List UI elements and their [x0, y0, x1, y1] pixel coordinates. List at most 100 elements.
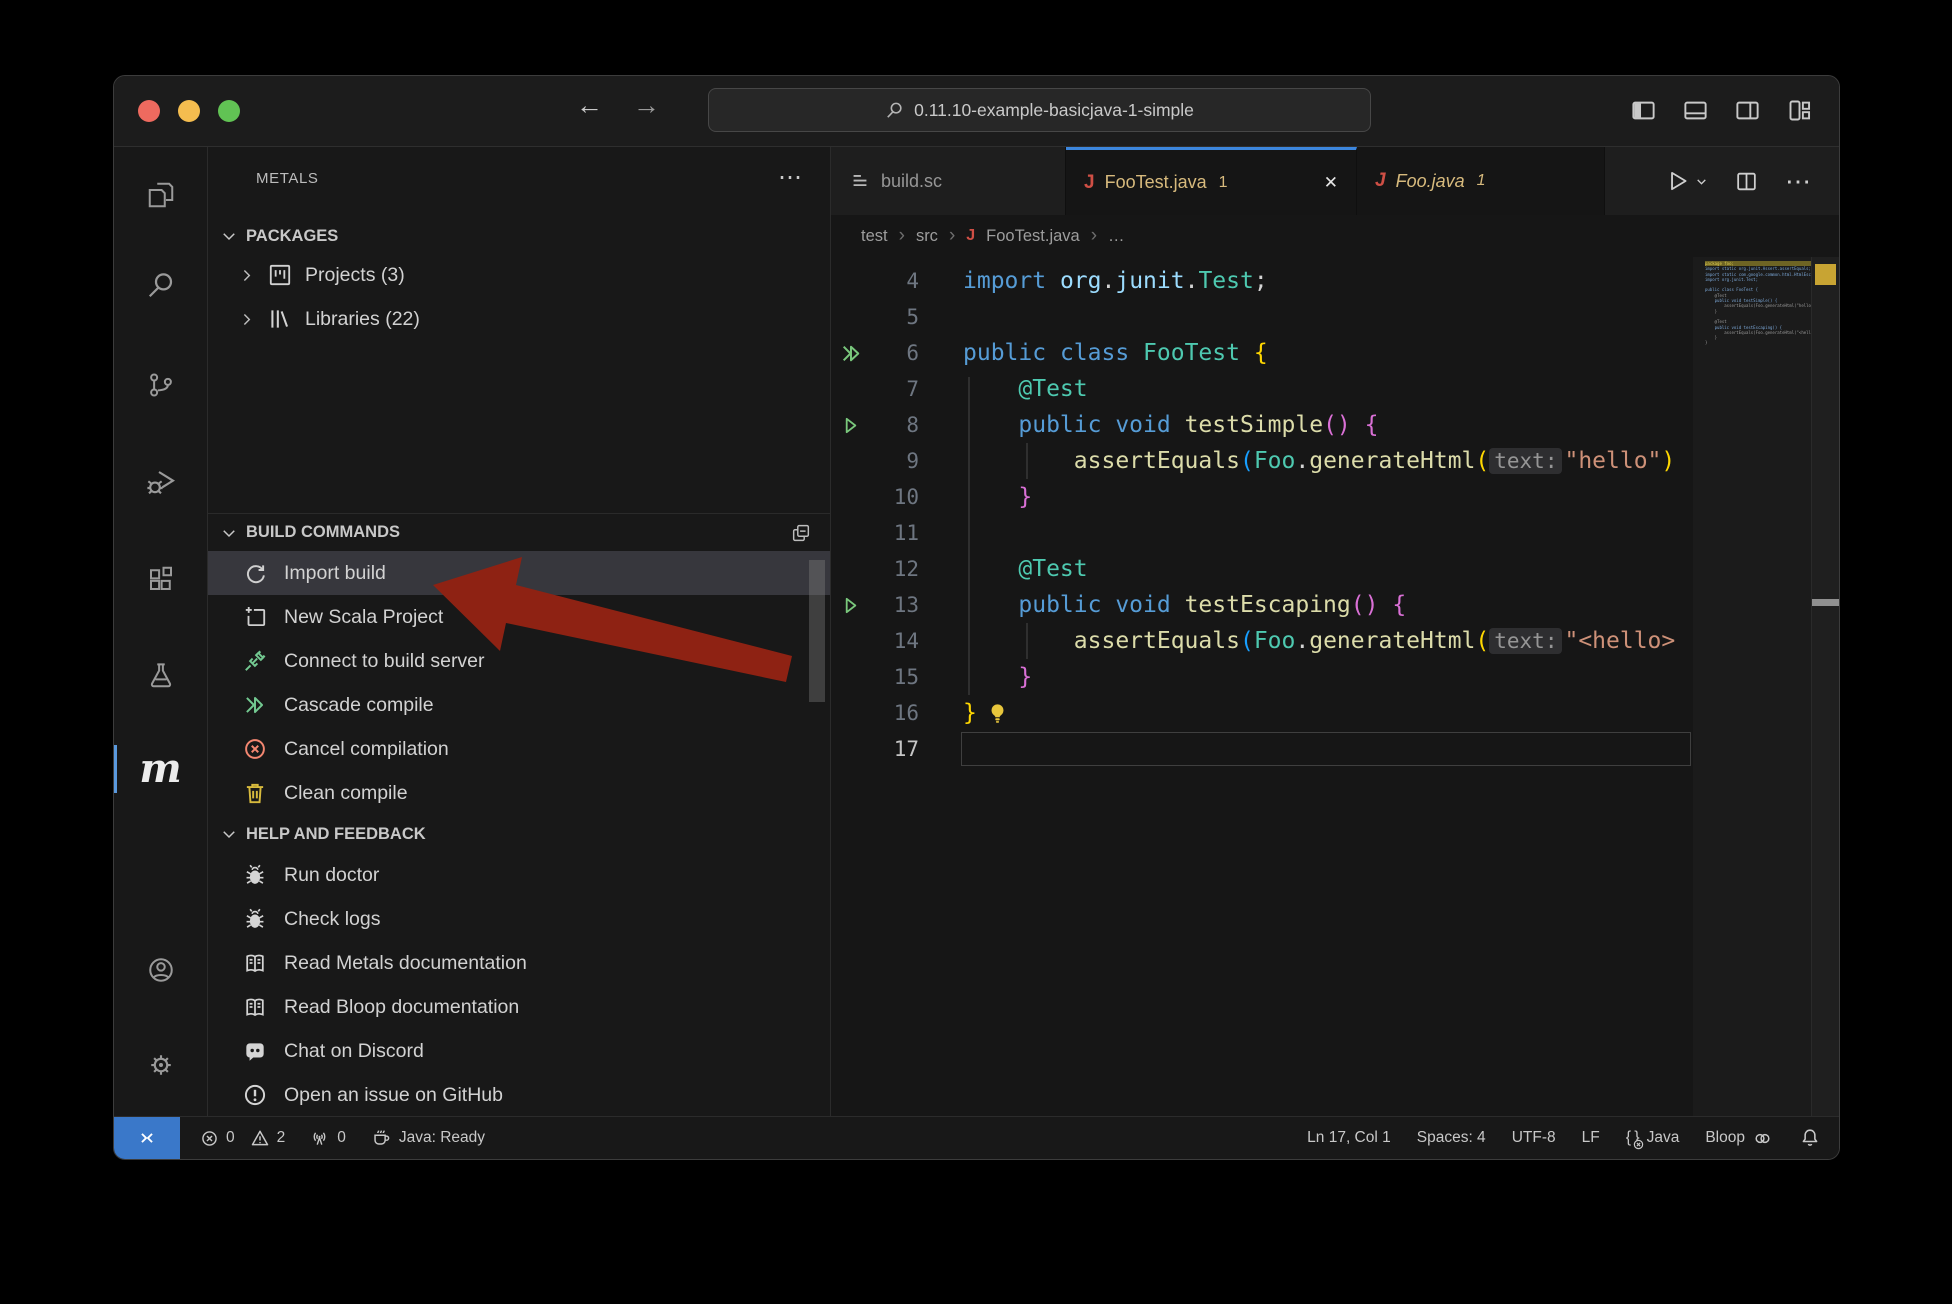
coffee-cup-icon: [370, 1127, 392, 1149]
code-line[interactable]: 4import org.junit.Test;: [831, 263, 1693, 299]
accounts-icon[interactable]: [114, 946, 207, 994]
code-line[interactable]: 9 assertEquals(Foo.generateHtml(text:"he…: [831, 443, 1693, 479]
chevron-down-icon: [220, 227, 238, 245]
tab-foo-java[interactable]: J Foo.java 1: [1357, 147, 1605, 215]
code-token: [963, 556, 1018, 582]
line-number: 8: [871, 413, 919, 437]
indentation[interactable]: Spaces: 4: [1417, 1129, 1486, 1147]
java-status[interactable]: Java: Ready: [370, 1127, 485, 1149]
section-packages[interactable]: PACKAGES: [208, 219, 830, 253]
breadcrumb-item[interactable]: test: [861, 227, 888, 246]
sidebar-item-libraries[interactable]: Libraries (22): [208, 297, 830, 341]
eol-sequence[interactable]: LF: [1582, 1129, 1600, 1147]
cursor-position[interactable]: Ln 17, Col 1: [1307, 1129, 1391, 1147]
item-label: Open an issue on GitHub: [284, 1084, 503, 1107]
encoding[interactable]: UTF-8: [1512, 1129, 1556, 1147]
minimap-line: assertEquals(Foo.generateHtml("hello"), …: [1705, 303, 1813, 308]
toggle-panel-icon[interactable]: [1682, 97, 1709, 124]
search-view-icon[interactable]: [114, 261, 207, 309]
sidebar-item-clean-compile[interactable]: Clean compile: [208, 771, 830, 815]
sidebar-item-projects[interactable]: Projects (3): [208, 253, 830, 297]
remote-indicator[interactable]: [114, 1117, 180, 1159]
sidebar-item-cancel-compilation[interactable]: Cancel compilation: [208, 727, 830, 771]
line-number: 16: [871, 701, 919, 725]
testing-flask-icon[interactable]: [114, 651, 207, 699]
minimap-zone[interactable]: [1693, 257, 1812, 1116]
code-line[interactable]: 5: [831, 299, 1693, 335]
sidebar-item-read-bloop-docs[interactable]: Read Bloop documentation: [208, 985, 830, 1029]
code-token: .: [1295, 628, 1309, 654]
code-line[interactable]: 7 @Test: [831, 371, 1693, 407]
tab-footest-java[interactable]: J FooTest.java 1 ✕: [1066, 147, 1357, 215]
build-server-status[interactable]: Bloop: [1705, 1128, 1773, 1149]
close-window-button[interactable]: [138, 100, 160, 122]
explorer-icon[interactable]: [114, 171, 207, 219]
chevron-right-icon: [238, 267, 255, 284]
code-line[interactable]: 16}: [831, 695, 1693, 731]
sidebar-item-cascade-compile[interactable]: Cascade compile: [208, 683, 830, 727]
run-test-icon[interactable]: [831, 414, 871, 437]
settings-gear-icon[interactable]: [114, 1041, 207, 1089]
run-test-icon[interactable]: [831, 594, 871, 617]
tab-label: FooTest.java: [1105, 172, 1207, 193]
split-editor-icon[interactable]: [1734, 169, 1759, 194]
problems-status[interactable]: 0 2: [200, 1128, 285, 1148]
customize-layout-icon[interactable]: [1786, 97, 1813, 124]
language-mode[interactable]: { } Java: [1626, 1129, 1680, 1147]
source-control-icon[interactable]: [114, 361, 207, 409]
tab-label: Foo.java: [1396, 171, 1465, 192]
breadcrumb[interactable]: test › src › J FooTest.java › …: [831, 215, 1839, 257]
plug-icon: [242, 648, 268, 674]
sidebar-item-import-build[interactable]: Import build: [208, 551, 830, 595]
code-line[interactable]: 17: [831, 731, 1693, 767]
section-help-feedback[interactable]: HELP AND FEEDBACK: [208, 815, 830, 853]
ports-status[interactable]: 0: [309, 1128, 346, 1149]
breadcrumb-item[interactable]: src: [916, 227, 938, 246]
minimap[interactable]: package foo;import static org.junit.Asse…: [1705, 261, 1813, 346]
overview-ruler[interactable]: [1811, 257, 1839, 1116]
sidebar-item-run-doctor[interactable]: Run doctor: [208, 853, 830, 897]
command-center-search[interactable]: 0.11.10-example-basicjava-1-simple: [708, 88, 1371, 132]
section-action-icon[interactable]: [790, 522, 812, 544]
code-line[interactable]: 13 public void testEscaping() {: [831, 587, 1693, 623]
sidebar-more-actions-icon[interactable]: ⋯: [778, 173, 804, 183]
history-forward-button[interactable]: →: [633, 90, 660, 121]
sidebar-item-connect-build-server[interactable]: Connect to build server: [208, 639, 830, 683]
zoom-window-button[interactable]: [218, 100, 240, 122]
breadcrumb-separator: ›: [1091, 225, 1097, 247]
sidebar-item-open-github-issue[interactable]: Open an issue on GitHub: [208, 1073, 830, 1116]
code-token: [963, 448, 1074, 474]
breadcrumb-item[interactable]: …: [1108, 227, 1125, 246]
metals-view-icon[interactable]: m: [114, 745, 207, 793]
run-test-icon[interactable]: [831, 341, 871, 366]
sidebar-item-new-scala-project[interactable]: New Scala Project: [208, 595, 830, 639]
breadcrumb-item[interactable]: FooTest.java: [986, 227, 1080, 246]
sidebar-scrollbar[interactable]: [809, 560, 825, 702]
section-build-commands[interactable]: BUILD COMMANDS: [208, 513, 830, 551]
code-line[interactable]: 8 public void testSimple() {: [831, 407, 1693, 443]
run-debug-icon[interactable]: [114, 458, 207, 506]
code-line[interactable]: 14 assertEquals(Foo.generateHtml(text:"<…: [831, 623, 1693, 659]
code-line[interactable]: 11: [831, 515, 1693, 551]
editor-more-actions-icon[interactable]: ⋯: [1785, 176, 1813, 186]
code-line[interactable]: 12 @Test: [831, 551, 1693, 587]
toggle-primary-sidebar-icon[interactable]: [1630, 97, 1657, 124]
code-editor[interactable]: 4import org.junit.Test;56public class Fo…: [831, 257, 1839, 1116]
tab-build-sc[interactable]: build.sc: [831, 147, 1066, 215]
sidebar-item-chat-discord[interactable]: Chat on Discord: [208, 1029, 830, 1073]
sidebar-item-read-metals-docs[interactable]: Read Metals documentation: [208, 941, 830, 985]
notifications-bell-icon[interactable]: [1799, 1127, 1821, 1149]
sidebar-item-check-logs[interactable]: Check logs: [208, 897, 830, 941]
run-file-button[interactable]: [1665, 168, 1708, 194]
metals-sidebar: METALS ⋯ PACKAGES Projects (3): [208, 147, 831, 1116]
code-line[interactable]: 10 }: [831, 479, 1693, 515]
history-back-button[interactable]: ←: [576, 90, 603, 121]
toggle-secondary-sidebar-icon[interactable]: [1734, 97, 1761, 124]
code-line[interactable]: 6public class FooTest {: [831, 335, 1693, 371]
code-line[interactable]: 15 }: [831, 659, 1693, 695]
close-tab-icon[interactable]: ✕: [1324, 173, 1338, 193]
code-token: .: [1101, 268, 1115, 294]
code-token: Test: [1198, 268, 1253, 294]
minimize-window-button[interactable]: [178, 100, 200, 122]
extensions-icon[interactable]: [114, 555, 207, 603]
